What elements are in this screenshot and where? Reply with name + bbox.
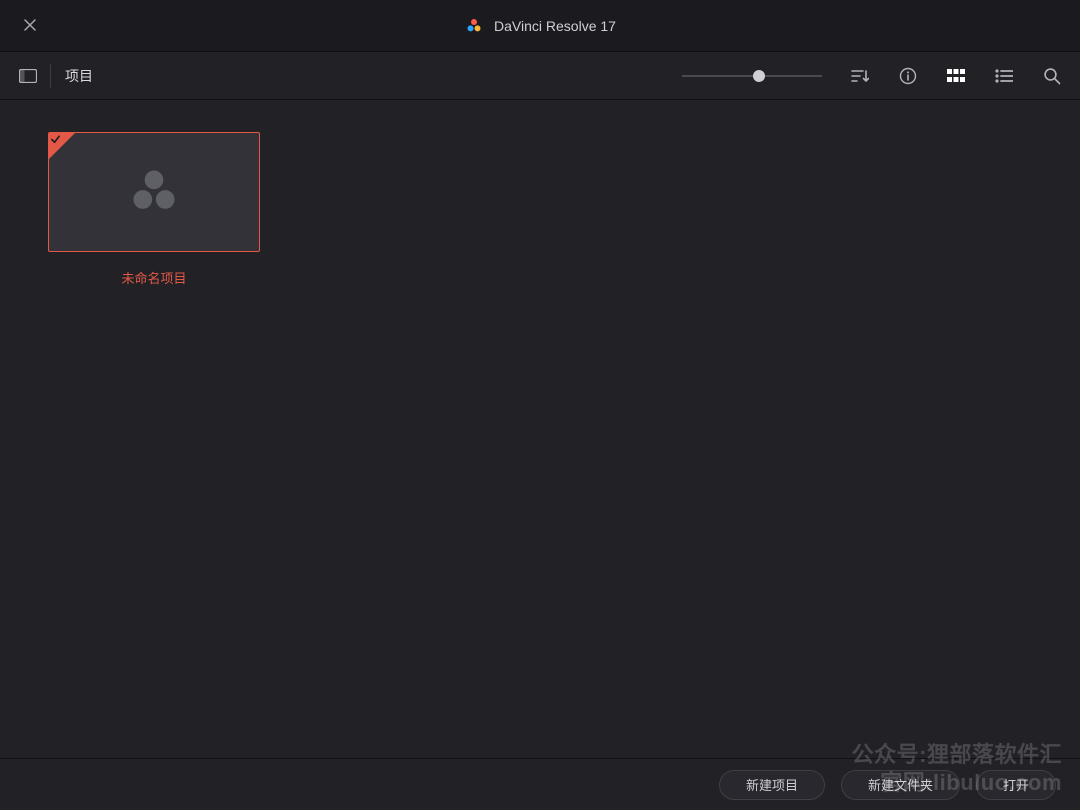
sidebar-toggle-icon[interactable]: [18, 66, 38, 86]
project-card[interactable]: 未命名项目: [48, 132, 260, 287]
app-title: DaVinci Resolve 17: [494, 18, 616, 34]
thumbnail-zoom-slider[interactable]: [682, 66, 822, 86]
footer: 新建项目 新建文件夹 打开: [0, 758, 1080, 810]
resolve-logo-icon: [126, 164, 182, 220]
search-icon[interactable]: [1042, 66, 1062, 86]
titlebar: DaVinci Resolve 17: [0, 0, 1080, 52]
list-view-icon[interactable]: [994, 66, 1014, 86]
grid-view-icon[interactable]: [946, 66, 966, 86]
close-icon[interactable]: [24, 19, 38, 33]
project-grid: 未命名项目: [0, 100, 1080, 758]
sort-icon[interactable]: [850, 66, 870, 86]
toolbar-divider: [50, 64, 51, 88]
project-thumbnail[interactable]: [48, 132, 260, 252]
info-icon[interactable]: [898, 66, 918, 86]
open-button[interactable]: 打开: [976, 770, 1056, 800]
project-name[interactable]: 未命名项目: [48, 268, 260, 287]
selected-check-icon: [50, 134, 61, 145]
new-folder-button[interactable]: 新建文件夹: [841, 770, 960, 800]
breadcrumb[interactable]: 项目: [63, 66, 93, 86]
toolbar: 项目: [0, 52, 1080, 100]
new-project-button[interactable]: 新建项目: [719, 770, 825, 800]
app-logo-icon: [464, 16, 484, 36]
app-title-group: DaVinci Resolve 17: [464, 16, 616, 36]
